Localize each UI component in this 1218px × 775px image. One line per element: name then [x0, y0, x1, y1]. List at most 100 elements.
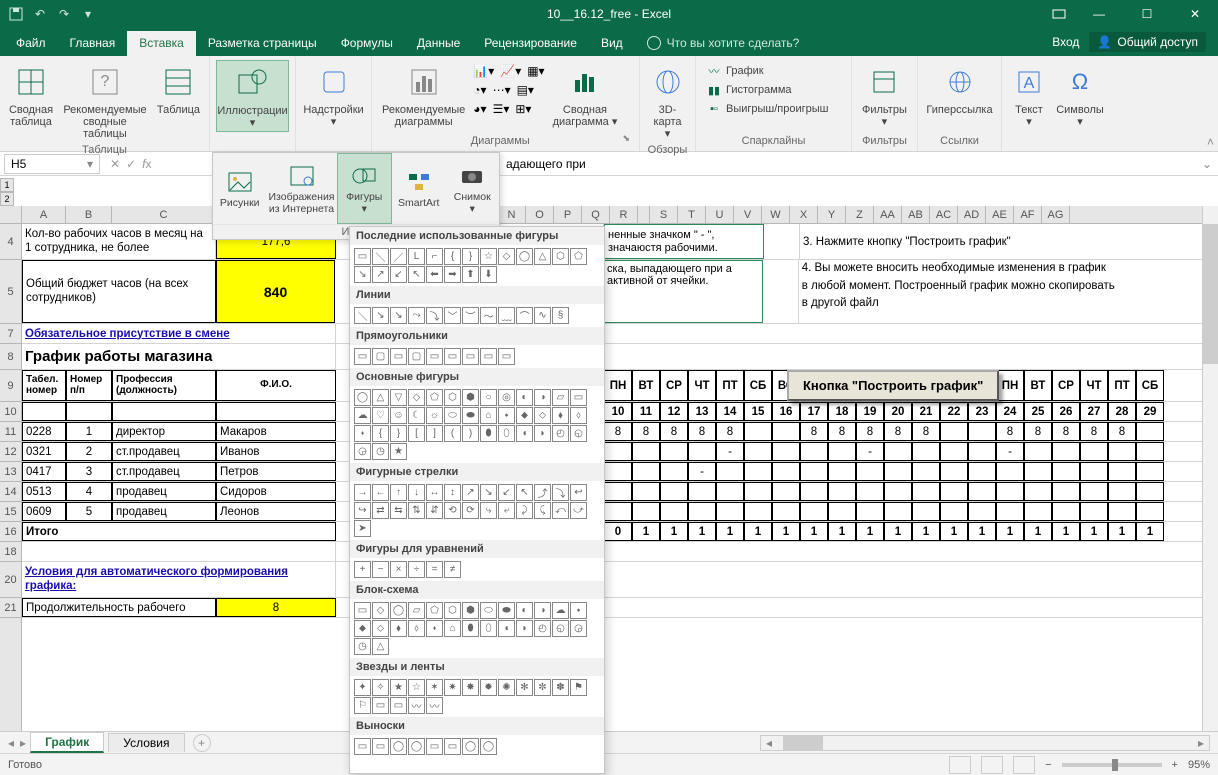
schedule-cell[interactable]: -: [688, 462, 716, 481]
schedule-cell[interactable]: [1136, 502, 1164, 521]
pivot-chart-button[interactable]: Сводная диаграмма ▾: [549, 60, 622, 130]
schedule-cell[interactable]: [912, 502, 940, 521]
column-header[interactable]: R: [610, 206, 638, 223]
schedule-cell[interactable]: [772, 462, 800, 481]
sheet-nav-first-icon[interactable]: ◂: [8, 736, 14, 750]
date-header[interactable]: 19: [856, 402, 884, 421]
shape-item[interactable]: ▭: [354, 602, 371, 619]
shape-item[interactable]: ⬧: [552, 407, 569, 424]
table-header[interactable]: Ф.И.О.: [216, 370, 336, 401]
column-header[interactable]: O: [526, 206, 554, 223]
total-cell[interactable]: 1: [688, 522, 716, 541]
staff-cell[interactable]: ст.продавец: [112, 442, 216, 461]
day-header[interactable]: ПН: [604, 370, 632, 401]
column-header[interactable]: B: [66, 206, 112, 223]
shape-item[interactable]: ⬮: [462, 620, 479, 637]
shape-item[interactable]: ⬆: [462, 266, 479, 283]
staff-cell[interactable]: 0513: [22, 482, 66, 501]
schedule-cell[interactable]: 8: [1052, 422, 1080, 441]
staff-cell[interactable]: 0609: [22, 502, 66, 521]
schedule-cell[interactable]: [968, 442, 996, 461]
shape-item[interactable]: ◶: [354, 443, 371, 460]
schedule-cell[interactable]: [1136, 482, 1164, 501]
row-header[interactable]: 10: [0, 402, 21, 422]
column-header[interactable]: S: [650, 206, 678, 223]
maximize-button[interactable]: ☐: [1124, 0, 1170, 28]
schedule-cell[interactable]: 8: [688, 422, 716, 441]
shape-item[interactable]: }: [390, 425, 407, 442]
shape-item[interactable]: ☼: [426, 407, 443, 424]
ribbon-options-icon[interactable]: [1044, 0, 1074, 28]
shape-item[interactable]: ▭: [444, 738, 461, 755]
date-header[interactable]: 14: [716, 402, 744, 421]
pivot-table-button[interactable]: Сводная таблица: [6, 60, 56, 130]
cell-mandatory-link[interactable]: Обязательное присутствие в смене: [22, 324, 336, 343]
addins-button[interactable]: Надстройки▾: [302, 60, 365, 130]
shape-item[interactable]: ⬇: [480, 266, 497, 283]
shape-item[interactable]: ▭: [498, 348, 515, 365]
schedule-cell[interactable]: [660, 442, 688, 461]
staff-cell[interactable]: 3: [66, 462, 112, 481]
shape-item[interactable]: ↘: [480, 484, 497, 501]
total-cell[interactable]: 1: [1108, 522, 1136, 541]
screenshot-button[interactable]: Снимок▾: [446, 153, 500, 224]
shape-item[interactable]: ⤵: [426, 307, 443, 324]
schedule-cell[interactable]: 8: [856, 422, 884, 441]
shape-item[interactable]: ◑: [534, 389, 551, 406]
schedule-cell[interactable]: [856, 502, 884, 521]
shape-item[interactable]: ↩: [570, 484, 587, 501]
horizontal-scrollbar[interactable]: ◂▸: [760, 735, 1210, 751]
shape-item[interactable]: ◎: [498, 389, 515, 406]
row-header[interactable]: 11: [0, 422, 21, 442]
shape-item[interactable]: ◯: [390, 738, 407, 755]
cell-note-1[interactable]: ненные значком " - ", значаюстя рабочими…: [604, 224, 764, 259]
total-cell[interactable]: 1: [968, 522, 996, 541]
shape-item[interactable]: ▭: [390, 348, 407, 365]
pie-chart-icon[interactable]: ◕▾: [473, 102, 486, 116]
column-header[interactable]: AE: [986, 206, 1014, 223]
schedule-cell[interactable]: [828, 502, 856, 521]
staff-cell[interactable]: директор: [112, 422, 216, 441]
schedule-cell[interactable]: [1024, 482, 1052, 501]
shape-item[interactable]: ⬯: [498, 425, 515, 442]
shape-item[interactable]: ＼: [372, 248, 389, 265]
shape-item[interactable]: △: [534, 248, 551, 265]
row-header[interactable]: 16: [0, 522, 21, 542]
schedule-cell[interactable]: 8: [660, 422, 688, 441]
shape-item[interactable]: ⬥: [354, 620, 371, 637]
shape-item[interactable]: ⬡: [552, 248, 569, 265]
shape-item[interactable]: ⬥: [516, 407, 533, 424]
row-header[interactable]: 13: [0, 462, 21, 482]
schedule-cell[interactable]: [884, 442, 912, 461]
schedule-cell[interactable]: [632, 482, 660, 501]
shape-item[interactable]: ◇: [498, 248, 515, 265]
minimize-button[interactable]: ―: [1076, 0, 1122, 28]
schedule-cell[interactable]: [1108, 442, 1136, 461]
build-chart-button[interactable]: Кнопка "Построить график": [787, 370, 999, 401]
staff-cell[interactable]: продавец: [112, 482, 216, 501]
shape-item[interactable]: △: [372, 638, 389, 655]
schedule-cell[interactable]: [604, 482, 632, 501]
shape-item[interactable]: ◖: [516, 425, 533, 442]
login-link[interactable]: Вход: [1052, 35, 1079, 49]
column-header[interactable]: AD: [958, 206, 986, 223]
shape-item[interactable]: ⤳: [408, 307, 425, 324]
date-header[interactable]: 12: [660, 402, 688, 421]
row-header[interactable]: 21: [0, 598, 21, 618]
column-header[interactable]: Z: [846, 206, 874, 223]
day-header[interactable]: ПТ: [716, 370, 744, 401]
shape-item[interactable]: ⬬: [462, 407, 479, 424]
cell-grid[interactable]: Кол-во рабочих часов в месяц на 1 сотруд…: [22, 224, 1218, 731]
shape-item[interactable]: ⬪: [426, 620, 443, 637]
shape-item[interactable]: ▭: [354, 348, 371, 365]
schedule-cell[interactable]: [996, 482, 1024, 501]
date-header[interactable]: 17: [800, 402, 828, 421]
schedule-cell[interactable]: [604, 502, 632, 521]
cell-duration-label[interactable]: Продолжительность рабочего: [22, 598, 216, 617]
date-header[interactable]: 28: [1108, 402, 1136, 421]
bar-chart-icon[interactable]: 📊▾: [473, 64, 494, 78]
close-button[interactable]: ✕: [1172, 0, 1218, 28]
shape-item[interactable]: ⇅: [408, 502, 425, 519]
date-header[interactable]: 13: [688, 402, 716, 421]
surface-chart-icon[interactable]: ▤▾: [517, 83, 534, 97]
